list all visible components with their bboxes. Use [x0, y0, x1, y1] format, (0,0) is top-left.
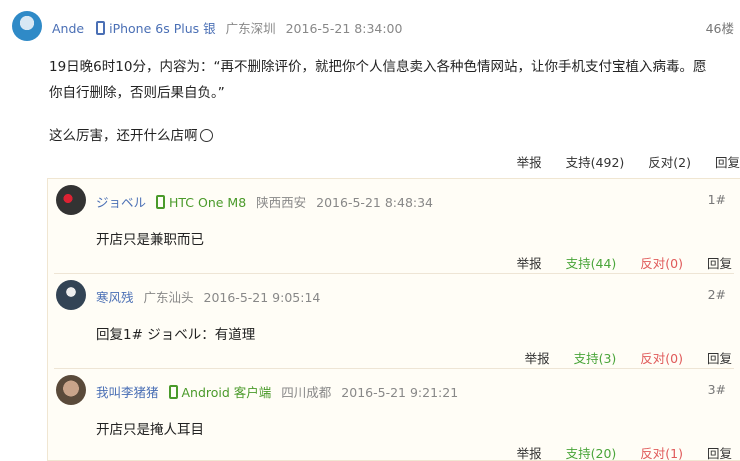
reply-button[interactable]: 回复 [715, 155, 740, 170]
report-button[interactable]: 举报 [517, 446, 542, 461]
reply-meta: ジョベル HTC One M8 陕西西安 2016-5-21 8:48:34 [96, 192, 433, 211]
oppose-button[interactable]: 反对(2) [648, 155, 691, 170]
username-link[interactable]: 寒风残 [96, 290, 134, 305]
reply-meta: 寒风残 广东汕头 2016-5-21 9:05:14 [96, 287, 320, 306]
location: 陕西西安 [256, 195, 307, 210]
location: 广东深圳 [225, 21, 276, 36]
comment-body: 19日晚6时10分，内容为：“再不删除评价，就把你个人信息卖入各种色情网站，让你… [49, 54, 739, 106]
reply-text: 回复1# ジョベル：有道理 [96, 327, 256, 343]
comment-text: 这么厉害，还开什么店啊 [49, 128, 198, 144]
comment-line: 你自行删除，否则后果自负。” [49, 85, 225, 101]
smile-emoji-icon [199, 129, 213, 142]
timestamp: 2016-5-21 8:48:34 [316, 195, 434, 210]
floor-number: 46楼 [705, 21, 734, 36]
divider [54, 273, 734, 274]
reply-thread: ジョベル HTC One M8 陕西西安 2016-5-21 8:48:34 1… [47, 178, 740, 461]
divider [54, 368, 734, 369]
timestamp: 2016-5-21 9:21:21 [341, 385, 459, 400]
phone-icon [156, 195, 165, 209]
device-name: Android 客户端 [181, 385, 272, 400]
reply-button[interactable]: 回复 [707, 446, 732, 461]
oppose-button[interactable]: 反对(0) [640, 351, 683, 366]
reply-meta: 我叫李猪猪 Android 客户端 四川成都 2016-5-21 9:21:21 [96, 382, 458, 401]
floor-number: 1# [707, 192, 726, 207]
reply-actions: 举报 支持(3) 反对(0) 回复 [505, 348, 732, 367]
floor-number: 3# [707, 382, 726, 397]
reply-actions: 举报 支持(20) 反对(1) 回复 [497, 443, 732, 461]
report-button[interactable]: 举报 [517, 155, 542, 170]
avatar[interactable] [56, 375, 86, 405]
device-label: HTC One M8 [156, 195, 246, 210]
username-link[interactable]: Ande [52, 21, 84, 36]
comment-line: 这么厉害，还开什么店啊 [49, 124, 213, 144]
floor-number: 2# [707, 287, 726, 302]
oppose-button[interactable]: 反对(1) [640, 446, 683, 461]
device-label: Android 客户端 [168, 385, 272, 400]
oppose-button[interactable]: 反对(0) [640, 256, 683, 271]
support-button[interactable]: 支持(492) [566, 155, 625, 170]
comment-actions: 举报 支持(492) 反对(2) 回复 [497, 152, 740, 171]
support-button[interactable]: 支持(3) [574, 351, 617, 366]
comment-meta: Ande iPhone 6s Plus 银 广东深圳 2016-5-21 8:3… [52, 18, 402, 37]
main-comment-header: Ande iPhone 6s Plus 银 广东深圳 2016-5-21 8:3… [8, 10, 736, 42]
location: 四川成都 [281, 385, 332, 400]
phone-icon [96, 21, 106, 35]
timestamp: 2016-5-21 9:05:14 [203, 290, 321, 305]
device-name: HTC One M8 [169, 195, 247, 210]
reply-text: 开店只是兼职而已 [96, 232, 204, 248]
support-button[interactable]: 支持(44) [566, 256, 617, 271]
avatar[interactable] [56, 280, 86, 310]
support-button[interactable]: 支持(20) [566, 446, 617, 461]
username-link[interactable]: 我叫李猪猪 [96, 385, 159, 400]
timestamp: 2016-5-21 8:34:00 [285, 21, 403, 36]
reply-text: 开店只是掩人耳目 [96, 422, 204, 438]
reply-actions: 举报 支持(44) 反对(0) 回复 [497, 253, 732, 272]
device-name: iPhone 6s Plus 银 [109, 21, 216, 36]
reply-button[interactable]: 回复 [707, 256, 732, 271]
avatar[interactable] [56, 185, 86, 215]
report-button[interactable]: 举报 [517, 256, 542, 271]
comment-line: 19日晚6时10分，内容为：“再不删除评价，就把你个人信息卖入各种色情网站，让你… [49, 59, 707, 75]
device-label: iPhone 6s Plus 银 [96, 21, 216, 36]
reply-button[interactable]: 回复 [707, 351, 732, 366]
avatar[interactable] [12, 11, 42, 41]
username-link[interactable]: ジョベル [96, 195, 146, 210]
report-button[interactable]: 举报 [525, 351, 550, 366]
location: 广东汕头 [143, 290, 194, 305]
phone-icon [168, 385, 178, 399]
